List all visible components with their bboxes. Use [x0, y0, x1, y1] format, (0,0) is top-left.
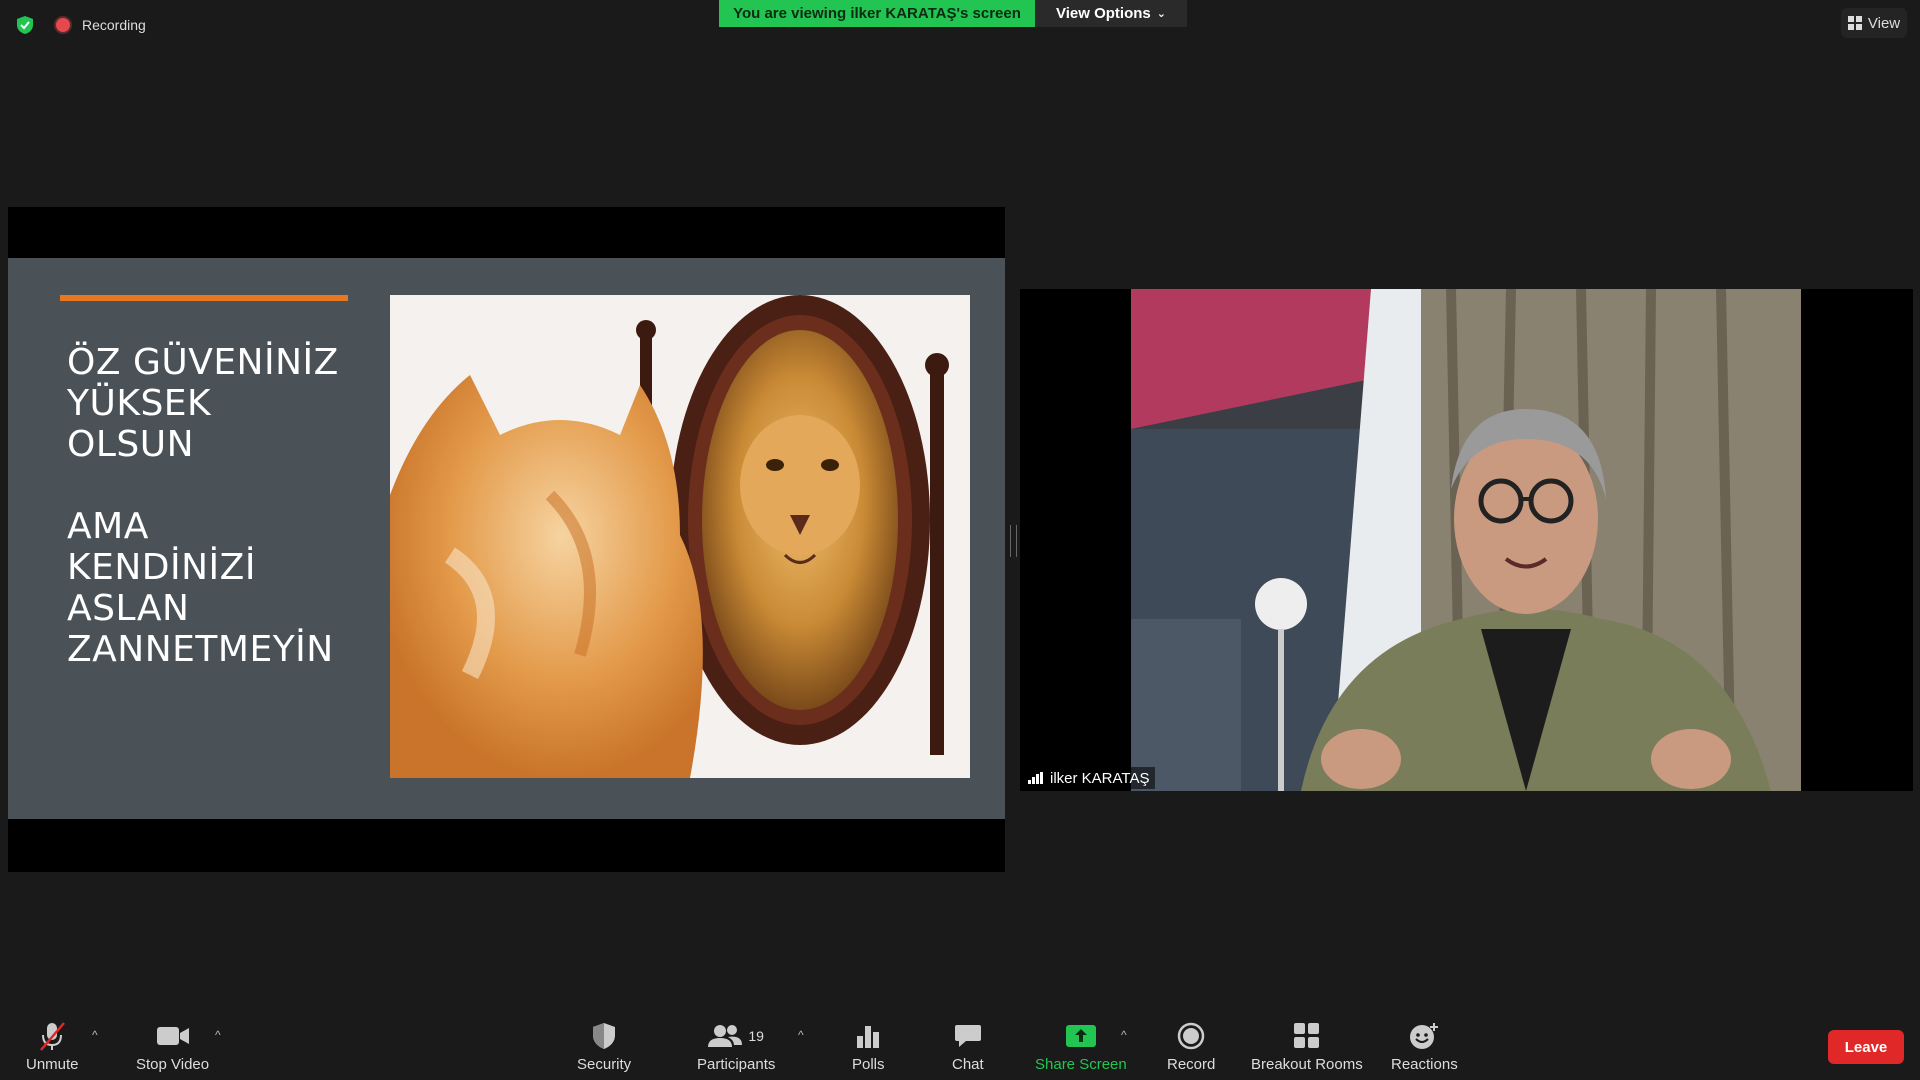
participants-label: Participants: [697, 1056, 776, 1073]
participant-video-feed: [1131, 289, 1801, 791]
unmute-label: Unmute: [26, 1056, 79, 1073]
stop-video-button[interactable]: Stop Video: [136, 1020, 209, 1073]
muted-mic-icon: [40, 1022, 66, 1051]
unmute-button[interactable]: Unmute: [26, 1020, 79, 1073]
chat-button[interactable]: Chat: [952, 1020, 984, 1073]
share-screen-arrow-icon: [1065, 1025, 1096, 1047]
share-screen-label: Share Screen: [1035, 1056, 1127, 1073]
chat-bubble-icon: [954, 1025, 981, 1047]
slide-line: ZANNETMEYİN: [67, 629, 334, 670]
participant-name-tag: ilker KARATAŞ: [1022, 767, 1156, 789]
audio-options-caret[interactable]: ^: [92, 1028, 98, 1042]
video-camera-icon: [156, 1027, 189, 1045]
recording-label: Recording: [82, 17, 146, 33]
meeting-top-bar: Recording You are viewing ilker KARATAŞ'…: [0, 0, 1920, 48]
recording-indicator[interactable]: Recording: [56, 17, 146, 33]
record-button[interactable]: Record: [1167, 1020, 1215, 1073]
slide-line: YÜKSEK OLSUN: [67, 383, 212, 465]
participants-count: 19: [748, 1028, 764, 1044]
breakout-rooms-label: Breakout Rooms: [1251, 1056, 1363, 1073]
polls-button[interactable]: Polls: [852, 1020, 885, 1073]
participants-icon: [708, 1025, 743, 1047]
security-label: Security: [577, 1056, 632, 1073]
view-label: View: [1867, 14, 1901, 32]
share-options-caret[interactable]: ^: [1121, 1028, 1127, 1042]
share-screen-button[interactable]: Share Screen: [1035, 1020, 1127, 1073]
breakout-rooms-button[interactable]: Breakout Rooms: [1251, 1020, 1363, 1073]
security-shield-icon: [593, 1023, 616, 1049]
meeting-controls-toolbar: Unmute ^ Stop Video ^ Security 19 Partic…: [0, 1004, 1920, 1080]
reactions-button[interactable]: Reactions: [1391, 1020, 1458, 1073]
record-icon: [1177, 1022, 1205, 1050]
grid-view-icon: [1847, 16, 1862, 30]
record-label: Record: [1167, 1056, 1216, 1073]
panel-resize-handle[interactable]: [1010, 525, 1017, 557]
presentation-slide: ÖZ GÜVENİNİZ YÜKSEK OLSUN AMA KENDİNİZİ …: [8, 258, 1005, 819]
view-button[interactable]: View: [1841, 8, 1907, 38]
slide-line: ASLAN: [67, 588, 190, 629]
chevron-down-icon: ⌄: [1156, 8, 1166, 20]
slide-accent-bar: [60, 295, 348, 301]
encryption-shield-icon[interactable]: [15, 15, 35, 35]
slide-line: AMA KENDİNİZİ: [67, 506, 256, 588]
participant-video-tile[interactable]: ilker KARATAŞ: [1020, 289, 1913, 791]
signal-strength-icon: [1028, 772, 1043, 784]
reactions-smiley-icon: [1410, 1023, 1439, 1049]
breakout-rooms-grid-icon: [1293, 1023, 1319, 1048]
viewing-screen-banner: You are viewing ilker KARATAŞ's screen: [719, 0, 1035, 27]
shared-screen[interactable]: ÖZ GÜVENİNİZ YÜKSEK OLSUN AMA KENDİNİZİ …: [8, 207, 1005, 872]
video-options-caret[interactable]: ^: [215, 1028, 221, 1042]
recording-dot-icon: [56, 18, 70, 32]
participant-name: ilker KARATAŞ: [1050, 769, 1150, 787]
chat-label: Chat: [952, 1056, 984, 1073]
slide-line: ÖZ GÜVENİNİZ: [67, 342, 339, 383]
slide-text: ÖZ GÜVENİNİZ YÜKSEK OLSUN AMA KENDİNİZİ …: [67, 342, 347, 670]
polls-bar-chart-icon: [857, 1026, 880, 1048]
participants-options-caret[interactable]: ^: [798, 1028, 804, 1042]
security-button[interactable]: Security: [577, 1020, 631, 1073]
leave-meeting-button[interactable]: Leave: [1828, 1030, 1904, 1064]
view-options-button[interactable]: View Options ⌄: [1035, 0, 1187, 27]
reactions-label: Reactions: [1391, 1056, 1458, 1073]
stop-video-label: Stop Video: [136, 1056, 210, 1073]
view-options-label: View Options: [1056, 5, 1151, 22]
cat-lion-mirror-image: [390, 295, 970, 778]
participants-button[interactable]: 19 Participants: [697, 1020, 775, 1073]
polls-label: Polls: [852, 1056, 885, 1073]
